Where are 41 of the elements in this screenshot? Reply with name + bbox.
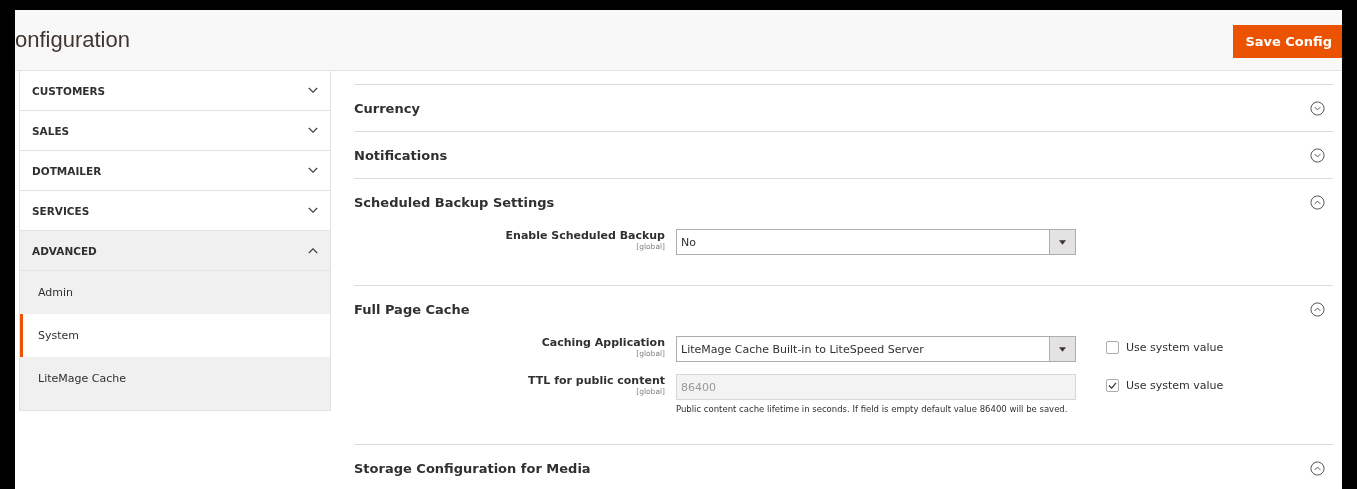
- field-label: TTL for public content: [528, 374, 665, 387]
- chevron-icon: [308, 127, 318, 134]
- sidebar-item[interactable]: System: [20, 314, 330, 357]
- dropdown-arrow-icon: [1059, 239, 1066, 245]
- sidebar-item[interactable]: Admin: [20, 271, 330, 314]
- checkbox[interactable]: [1106, 341, 1119, 354]
- field-label: Enable Scheduled Backup: [505, 229, 665, 242]
- sidebar-section-label: SERVICES: [32, 204, 90, 217]
- field-note: Public content cache lifetime in seconds. If field is empty default value 86400 will be saved.: [676, 404, 1069, 414]
- page-title: onfiguration: [15, 27, 130, 53]
- save-config-button[interactable]: Save Config: [1233, 25, 1342, 58]
- select-field[interactable]: LiteMage Cache Built-in to LiteSpeed Server: [676, 336, 1076, 362]
- collapse-toggle-icon[interactable]: [1310, 147, 1325, 163]
- chevron-icon: [308, 207, 318, 214]
- collapse-toggle-icon[interactable]: [1310, 460, 1325, 476]
- section-title[interactable]: Scheduled Backup Settings: [354, 194, 555, 210]
- sidebar-section[interactable]: DOTMAILER: [19, 151, 331, 191]
- dropdown-arrow-icon: [1059, 346, 1066, 352]
- collapse-toggle-icon[interactable]: [1310, 100, 1325, 116]
- chevron-icon: [308, 247, 318, 254]
- sidebar-section[interactable]: ADVANCED: [19, 231, 331, 271]
- sidebar-section-label: ADVANCED: [32, 244, 97, 257]
- section-title[interactable]: Full Page Cache: [354, 301, 470, 317]
- select-field[interactable]: No: [676, 229, 1076, 255]
- section-title[interactable]: Storage Configuration for Media: [354, 460, 591, 476]
- collapse-toggle-icon[interactable]: [1310, 194, 1325, 210]
- checkbox-label: Use system value: [1126, 379, 1224, 392]
- sidebar-section-label: CUSTOMERS: [32, 84, 106, 97]
- collapse-toggle-icon[interactable]: [1310, 301, 1325, 317]
- sidebar-section-label: DOTMAILER: [32, 164, 102, 177]
- section-title[interactable]: Notifications: [354, 147, 448, 163]
- sidebar-section-label: SALES: [32, 124, 70, 137]
- chevron-icon: [308, 87, 318, 94]
- sidebar-item[interactable]: LiteMage Cache: [20, 357, 330, 400]
- checkbox-label: Use system value: [1126, 341, 1224, 354]
- sidebar-section[interactable]: SERVICES: [19, 191, 331, 231]
- field-label: Caching Application: [541, 336, 665, 349]
- sidebar-section[interactable]: SALES: [19, 111, 331, 151]
- section-title[interactable]: Currency: [354, 100, 420, 116]
- sidebar-section[interactable]: CUSTOMERS: [19, 71, 331, 111]
- chevron-icon: [308, 167, 318, 174]
